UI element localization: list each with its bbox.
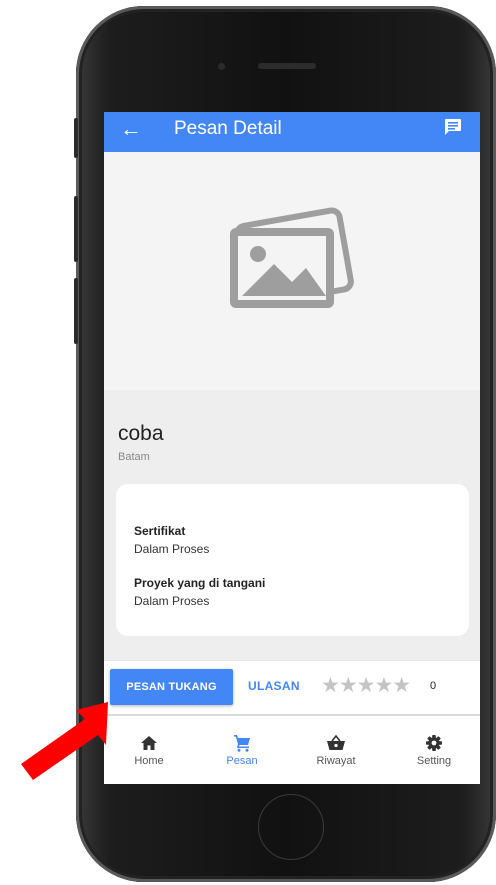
gear-icon [426, 735, 442, 751]
bottom-navigation: Home Pesan Riwayat Setting [104, 724, 480, 784]
volume-down-button [74, 278, 78, 344]
red-arrow-annotation [21, 702, 108, 780]
nav-setting[interactable]: Setting [394, 724, 474, 784]
tukang-name: coba [118, 422, 164, 445]
nav-riwayat-label: Riwayat [316, 755, 356, 767]
basket-icon [327, 734, 345, 750]
tukang-city: Batam [118, 451, 150, 463]
home-icon [141, 736, 157, 750]
profile-section: coba Batam Sertifikat Dalam Proses Proye… [104, 390, 480, 660]
photo-area [104, 152, 480, 390]
nav-pesan[interactable]: Pesan [202, 724, 282, 784]
certificate-value: Dalam Proses [134, 542, 210, 556]
rating-count: 0 [430, 680, 437, 692]
details-card: Sertifikat Dalam Proses Proyek yang di t… [116, 484, 469, 636]
nav-setting-label: Setting [416, 755, 452, 767]
app-screen: ← Pesan Detail coba Batam Sertifikat Dal… [104, 112, 480, 784]
app-bar: ← Pesan Detail [104, 112, 480, 152]
action-bar: PESAN TUKANG ULASAN ★★★★★ 0 [104, 660, 480, 716]
arrow-left-icon[interactable]: ← [120, 116, 142, 142]
front-camera [218, 63, 225, 70]
volume-up-button [74, 196, 78, 262]
nav-home[interactable]: Home [109, 724, 189, 784]
projects-value: Dalam Proses [134, 594, 210, 608]
nav-home-label: Home [134, 755, 164, 767]
star-rating: ★★★★★ [321, 674, 411, 697]
nav-riwayat[interactable]: Riwayat [296, 724, 376, 784]
nav-pesan-label: Pesan [226, 755, 258, 767]
cart-icon [234, 735, 250, 752]
mute-switch [74, 118, 78, 158]
pesan-tukang-button[interactable]: PESAN TUKANG [110, 669, 233, 705]
page-title: Pesan Detail [174, 118, 282, 139]
speaker-grille [258, 63, 316, 69]
projects-label: Proyek yang di tangani [134, 576, 266, 590]
image-placeholder-icon [230, 207, 354, 308]
chat-icon[interactable] [444, 118, 462, 136]
certificate-label: Sertifikat [134, 524, 186, 538]
home-hardware-button[interactable] [258, 794, 324, 860]
ulasan-link[interactable]: ULASAN [248, 679, 300, 693]
